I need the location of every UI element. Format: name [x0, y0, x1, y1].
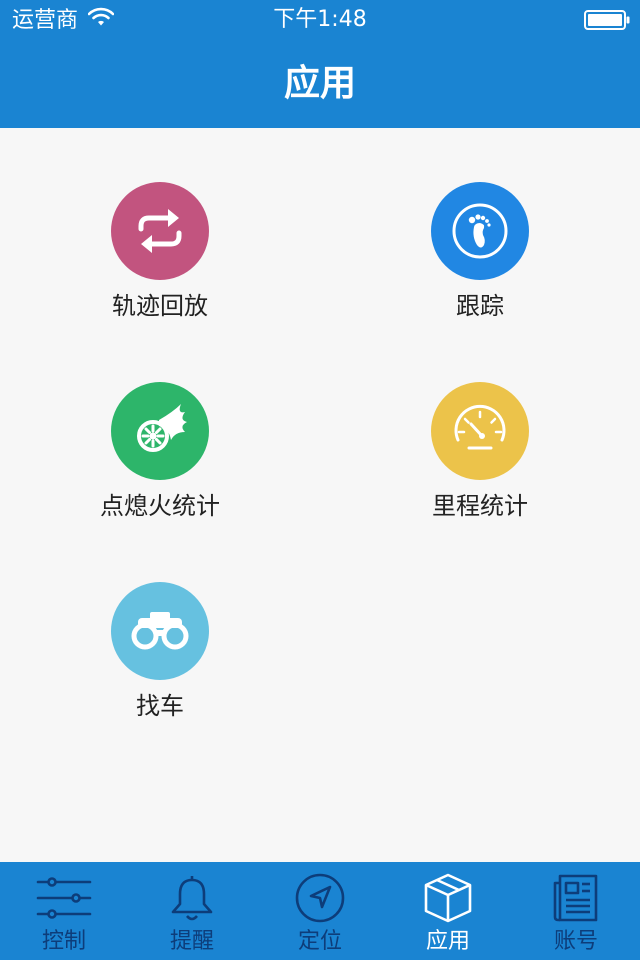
tab-alerts[interactable]: 提醒	[128, 862, 256, 960]
app-mileage-stats[interactable]: 里程统计	[380, 382, 580, 532]
tab-label: 应用	[425, 929, 470, 954]
app-label: 轨迹回放	[112, 292, 208, 320]
app-label: 找车	[136, 692, 184, 720]
battery-icon	[584, 10, 630, 30]
status-time: 下午1:48	[273, 7, 367, 32]
binoculars-icon	[111, 582, 209, 680]
wheel-flame-icon	[111, 382, 209, 480]
tab-label: 控制	[41, 929, 86, 954]
page-title: 应用	[283, 63, 356, 104]
tab-label: 账号	[553, 929, 598, 954]
navigation-icon	[292, 870, 348, 926]
app-label: 跟踪	[456, 292, 504, 320]
newspaper-icon	[548, 870, 604, 926]
tab-label: 提醒	[169, 929, 214, 954]
tab-label: 定位	[297, 929, 342, 954]
app-find-car[interactable]: 找车	[60, 582, 260, 732]
app-grid: 轨迹回放 跟踪 点熄火统计 里程统计 找车	[0, 128, 640, 862]
tab-account[interactable]: 账号	[512, 862, 640, 960]
status-bar: 运营商 下午1:48	[0, 0, 640, 40]
sliders-icon	[36, 870, 92, 926]
app-label: 点熄火统计	[100, 492, 220, 520]
footprint-icon	[431, 182, 529, 280]
app-label: 里程统计	[432, 492, 528, 520]
app-tracking[interactable]: 跟踪	[380, 182, 580, 332]
top-bar: 运营商 下午1:48 应用	[0, 0, 640, 128]
tab-bar: 控制 提醒 定位 应用 账号	[0, 862, 640, 960]
tab-apps[interactable]: 应用	[384, 862, 512, 960]
app-track-replay[interactable]: 轨迹回放	[60, 182, 260, 332]
box-icon	[420, 870, 476, 926]
app-ignition-stats[interactable]: 点熄火统计	[60, 382, 260, 532]
tab-location[interactable]: 定位	[256, 862, 384, 960]
bell-icon	[164, 870, 220, 926]
replay-arrows-icon	[111, 182, 209, 280]
tab-control[interactable]: 控制	[0, 862, 128, 960]
speedometer-icon	[431, 382, 529, 480]
